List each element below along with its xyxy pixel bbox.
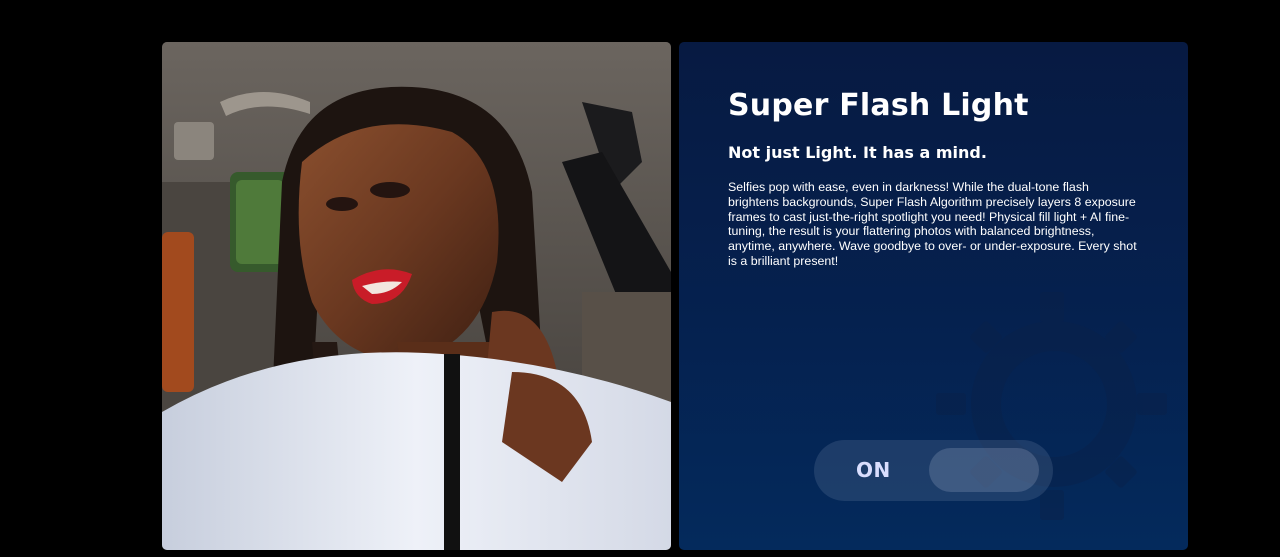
flash-toggle[interactable]: ON bbox=[814, 440, 1053, 501]
feature-subtitle: Not just Light. It has a mind. bbox=[728, 143, 987, 162]
toggle-label: ON bbox=[856, 458, 891, 482]
toggle-knob[interactable] bbox=[929, 448, 1039, 492]
feature-title: Super Flash Light bbox=[728, 88, 1029, 123]
selfie-photo bbox=[162, 42, 671, 550]
page: Super Flash Light Not just Light. It has… bbox=[0, 0, 1280, 557]
feature-card: Super Flash Light Not just Light. It has… bbox=[679, 42, 1188, 550]
feature-description: Selfies pop with ease, even in darkness!… bbox=[728, 180, 1137, 268]
